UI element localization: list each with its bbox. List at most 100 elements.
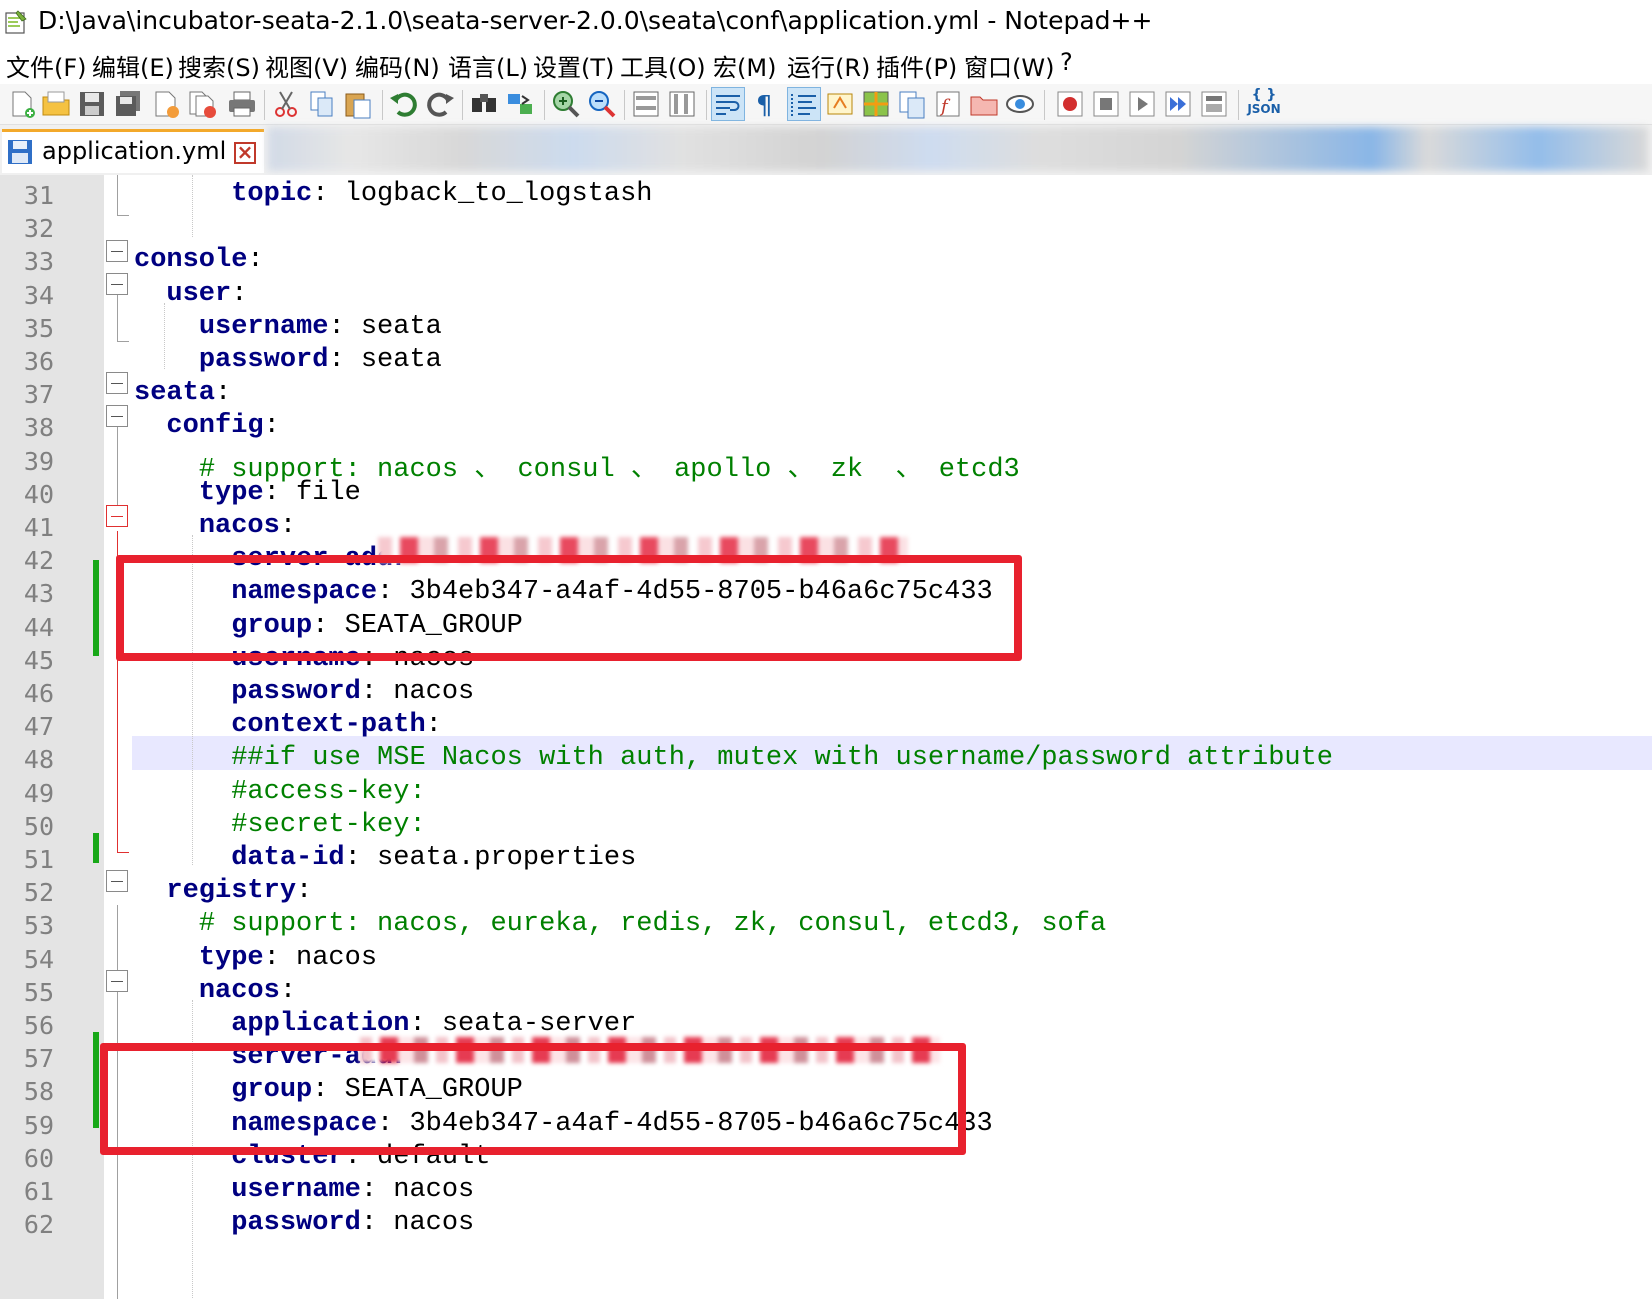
fold-toggle-nacos-config[interactable]: [106, 505, 128, 527]
fold-line: [117, 175, 118, 215]
code-line[interactable]: password: seata: [134, 345, 442, 379]
save-all-icon[interactable]: [112, 88, 144, 120]
menu-language[interactable]: 语言(L): [448, 48, 528, 83]
yaml-value: :: [231, 278, 248, 309]
play-macro-icon[interactable]: [1126, 88, 1158, 120]
sync-vertical-icon[interactable]: [630, 88, 662, 120]
yaml-value: [134, 843, 231, 873]
yaml-comment: ##if use MSE Nacos with auth, mutex with…: [231, 743, 1333, 774]
code-line[interactable]: seata:: [134, 378, 231, 412]
editor[interactable]: 31 topic: logback_to_logstash 32 33 console…: [0, 175, 1652, 1299]
fold-toggle-seata[interactable]: [106, 372, 128, 394]
indent-guide-icon[interactable]: [787, 87, 821, 121]
json-viewer-label: JSON: [1247, 102, 1281, 116]
code-line[interactable]: type: file: [134, 478, 361, 512]
tab-application-yml[interactable]: application.yml ×: [2, 129, 264, 173]
paste-icon[interactable]: [342, 88, 374, 120]
code-line[interactable]: console:: [134, 245, 264, 279]
yaml-value: : seata.properties: [344, 843, 637, 873]
fold-toggle-nacos-registry[interactable]: [106, 970, 128, 992]
save-icon[interactable]: [76, 88, 108, 120]
new-file-icon[interactable]: [6, 88, 38, 120]
title-bar: D:\Java\incubator-seata-2.1.0\seata-serv…: [0, 0, 1652, 44]
code-line[interactable]: password: nacos: [134, 1208, 474, 1242]
show-all-chars-icon[interactable]: ¶: [748, 88, 780, 120]
copy-icon[interactable]: [306, 88, 338, 120]
code-line[interactable]: data-id: seata.properties: [134, 843, 636, 877]
zoom-in-icon[interactable]: [550, 88, 582, 120]
code-line[interactable]: # support: nacos 、 consul 、 apollo 、 zk …: [134, 445, 1020, 485]
function-list-icon[interactable]: f: [932, 88, 964, 120]
code-line[interactable]: topic: logback_to_logstash: [134, 179, 652, 213]
menu-edit[interactable]: 编辑(E): [92, 48, 174, 83]
fold-toggle-console[interactable]: [106, 240, 128, 262]
menu-help[interactable]: ?: [1060, 48, 1073, 76]
menu-file[interactable]: 文件(F): [6, 48, 87, 83]
close-file-icon[interactable]: [150, 88, 182, 120]
code-line[interactable]: registry:: [134, 876, 312, 910]
yaml-value: :: [425, 710, 442, 741]
change-marker: [93, 1032, 99, 1128]
yaml-value: [134, 743, 231, 773]
redo-icon[interactable]: [424, 88, 456, 120]
annotation-highlight-registry: [100, 1043, 966, 1155]
menu-settings[interactable]: 设置(T): [533, 48, 614, 83]
fold-toggle-config[interactable]: [106, 405, 128, 427]
line-number: 50: [23, 811, 54, 841]
doc-map-icon[interactable]: [860, 88, 892, 120]
code-line[interactable]: #secret-key:: [134, 810, 425, 844]
yaml-key: context-path: [231, 710, 426, 741]
replace-icon[interactable]: [504, 88, 536, 120]
code-line[interactable]: context-path:: [134, 710, 442, 744]
json-viewer-icon[interactable]: { } JSON: [1246, 88, 1282, 120]
code-line[interactable]: username: nacos: [134, 1175, 474, 1209]
code-line[interactable]: ##if use MSE Nacos with auth, mutex with…: [134, 743, 1333, 777]
yaml-key: password: [198, 345, 329, 375]
doc-list-icon[interactable]: [896, 88, 928, 120]
code-line[interactable]: #access-key:: [134, 776, 426, 811]
menu-plugins[interactable]: 插件(P): [876, 48, 957, 83]
close-all-icon[interactable]: [186, 88, 218, 120]
zoom-out-icon[interactable]: [586, 88, 618, 120]
find-icon[interactable]: [468, 88, 500, 120]
code-line[interactable]: # support: nacos, eureka, redis, zk, con…: [134, 909, 1106, 943]
code-line[interactable]: username: seata: [134, 312, 442, 346]
cut-icon[interactable]: [270, 88, 302, 120]
code-line[interactable]: config:: [134, 411, 279, 445]
record-macro-icon[interactable]: [1054, 88, 1086, 120]
yaml-value: [134, 345, 199, 375]
code-line[interactable]: nacos:: [134, 976, 296, 1010]
menu-search[interactable]: 搜索(S): [178, 48, 260, 83]
tab-close-icon[interactable]: ×: [234, 142, 256, 164]
toolbar-separator: [1238, 90, 1239, 120]
run-macro-multiple-icon[interactable]: [1162, 88, 1194, 120]
stop-macro-icon[interactable]: [1090, 88, 1122, 120]
code-line[interactable]: nacos:: [134, 511, 296, 545]
monitoring-eye-icon[interactable]: [1004, 88, 1036, 120]
code-line[interactable]: user:: [134, 279, 247, 313]
menu-tools[interactable]: 工具(O): [620, 48, 706, 83]
undo-icon[interactable]: [388, 88, 420, 120]
word-wrap-icon[interactable]: [711, 87, 745, 121]
yaml-key: console: [134, 245, 248, 276]
menu-run[interactable]: 运行(R): [787, 48, 870, 83]
code-line[interactable]: type: nacos: [134, 943, 377, 977]
tab-bar: application.yml ×: [0, 125, 1652, 177]
menu-encoding[interactable]: 编码(N): [355, 48, 440, 83]
save-macro-icon[interactable]: [1198, 88, 1230, 120]
menu-view[interactable]: 视图(V): [265, 48, 348, 83]
line-number: 39: [23, 446, 54, 476]
menu-window[interactable]: 窗口(W): [964, 48, 1054, 83]
toolbar-separator: [706, 90, 707, 120]
folder-workspace-icon[interactable]: [968, 88, 1000, 120]
sync-horizontal-icon[interactable]: [666, 88, 698, 120]
code-line[interactable]: password: nacos: [134, 677, 474, 711]
fold-toggle-registry[interactable]: [106, 870, 128, 892]
open-file-icon[interactable]: [40, 88, 72, 120]
yaml-key: user: [166, 278, 232, 309]
user-lang-icon[interactable]: [824, 88, 856, 120]
print-icon[interactable]: [226, 88, 258, 120]
fold-toggle-user[interactable]: [106, 273, 128, 295]
menu-macro[interactable]: 宏(M): [713, 48, 776, 83]
yaml-comment: #access-key:: [231, 776, 426, 807]
